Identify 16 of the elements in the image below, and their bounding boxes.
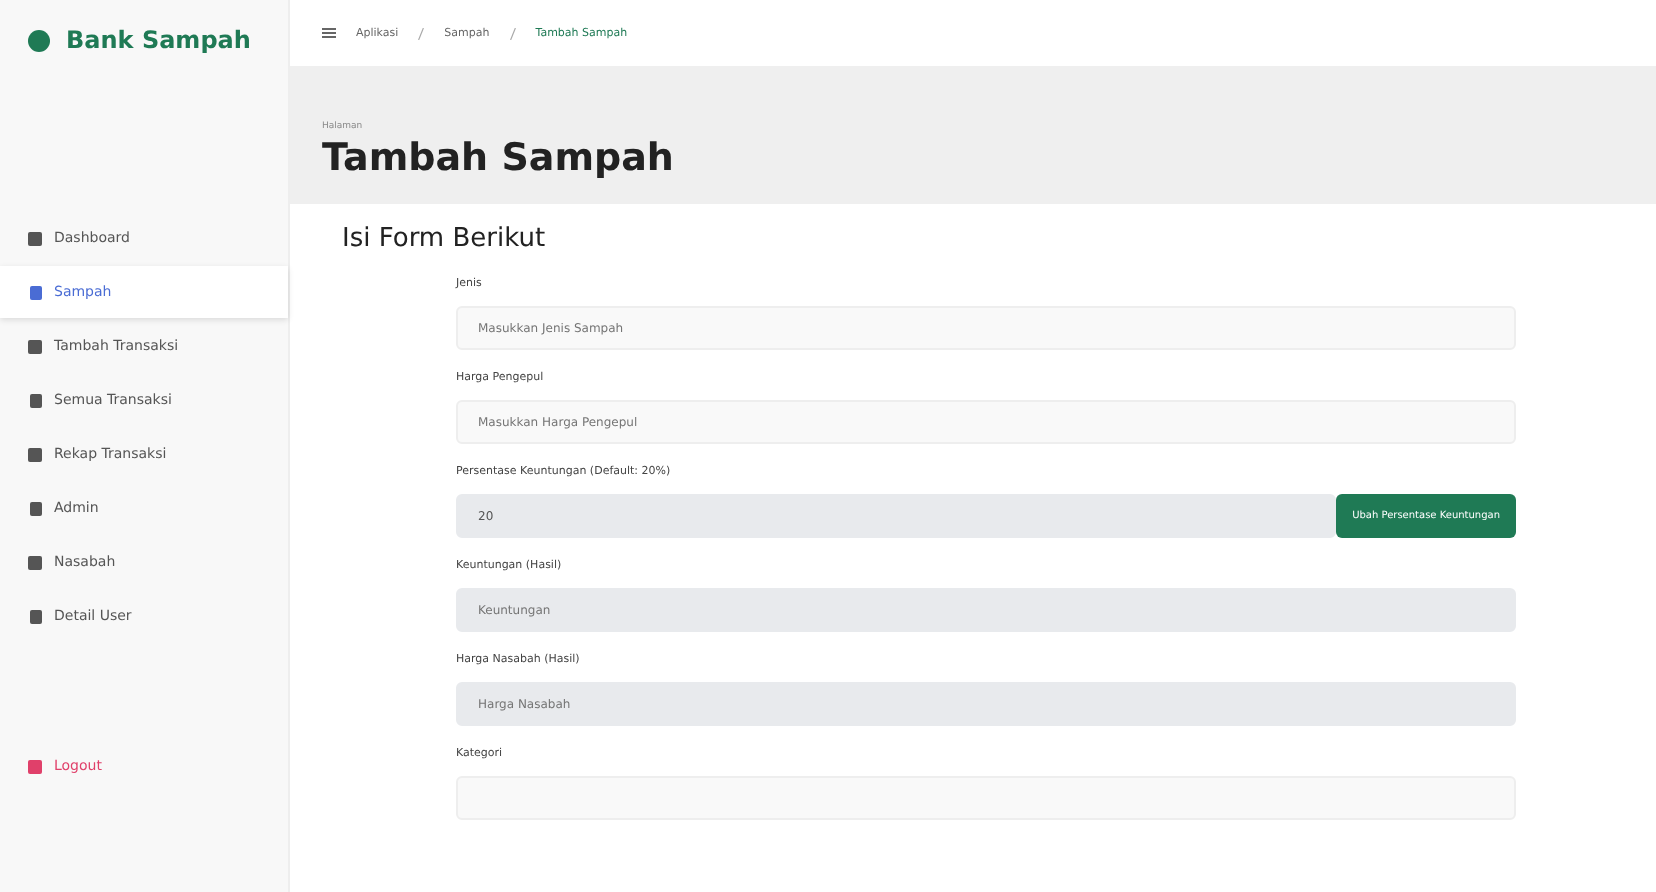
menu-icon[interactable] (322, 26, 336, 40)
form-title: Isi Form Berikut (342, 224, 548, 254)
menu-item-icon (28, 231, 42, 245)
menu-item-icon (28, 759, 42, 773)
menu-item-icon (28, 609, 42, 623)
menu-item-icon (28, 447, 42, 461)
menu-item-icon (28, 393, 42, 407)
menu-item-icon (28, 501, 42, 515)
breadcrumb-separator-icon (509, 27, 516, 39)
menu-item-icon (28, 339, 42, 353)
menu-item-icon (28, 285, 42, 299)
page-title: Tambah Sampah (322, 136, 676, 180)
breadcrumb-separator-icon (418, 27, 425, 39)
logo-icon (28, 29, 50, 51)
app-title: Bank Sampah (66, 26, 251, 54)
menu-item-icon (28, 555, 42, 569)
